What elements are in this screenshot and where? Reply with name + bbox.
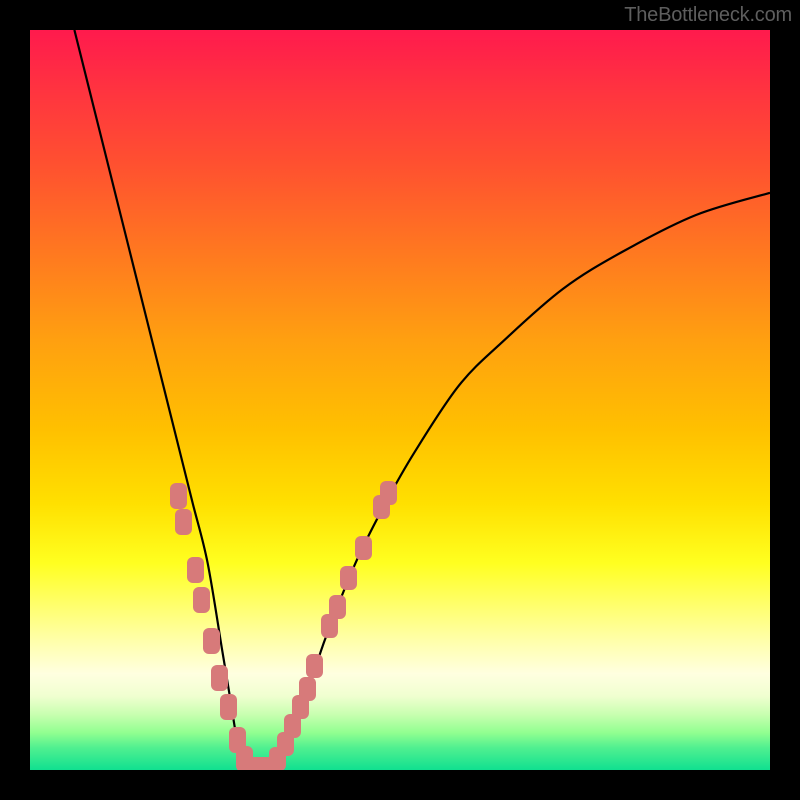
data-dot: [175, 509, 192, 535]
data-dot: [380, 481, 397, 505]
data-dot: [193, 587, 210, 613]
data-dot: [187, 557, 204, 583]
data-dot: [306, 654, 323, 678]
data-dot: [203, 628, 220, 654]
bottleneck-curve-path: [74, 30, 770, 770]
data-dot: [355, 536, 372, 560]
plot-area: [30, 30, 770, 770]
data-dot: [329, 595, 346, 619]
data-dot: [340, 566, 357, 590]
watermark-text: TheBottleneck.com: [624, 4, 792, 27]
data-dot: [211, 665, 228, 691]
data-dot: [170, 483, 187, 509]
data-dot: [220, 694, 237, 720]
data-dot: [299, 677, 316, 701]
curve-svg: [30, 30, 770, 770]
chart-frame: TheBottleneck.com: [0, 0, 800, 800]
